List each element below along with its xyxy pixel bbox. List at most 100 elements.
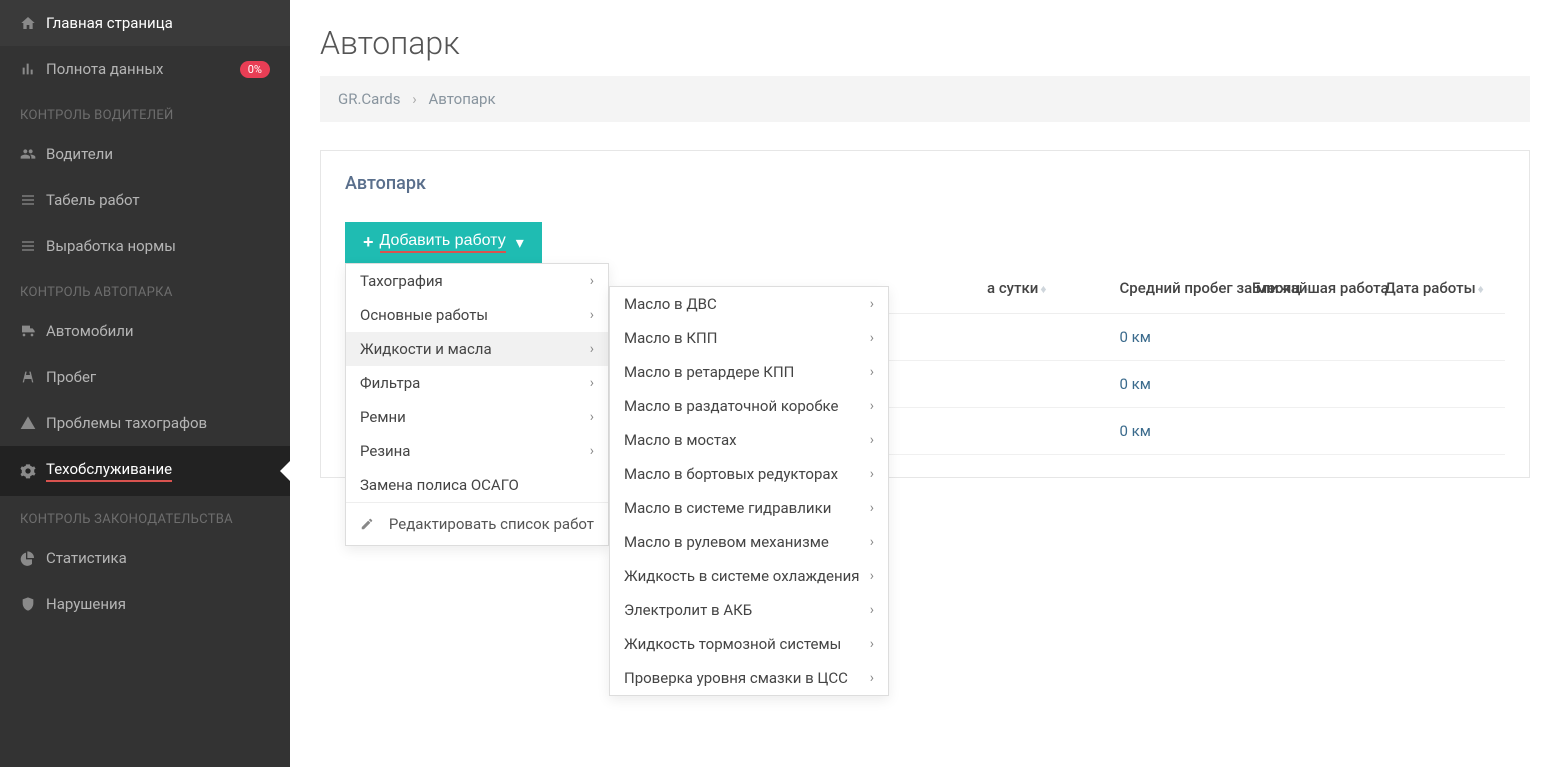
sidebar-item-violations[interactable]: Нарушения bbox=[0, 581, 290, 627]
sort-icon: ♦ bbox=[1040, 282, 1046, 296]
add-work-wrap: + Добавить работу ▾ Тахография›Основные … bbox=[345, 222, 542, 263]
sidebar-item-maintenance[interactable]: Техобслуживание bbox=[0, 446, 290, 496]
chevron-right-icon: › bbox=[870, 364, 874, 380]
dropdown-item-label: Основные работы bbox=[360, 306, 488, 324]
submenu-item[interactable]: Проверка уровня смазки в ЦСС › bbox=[610, 661, 888, 695]
main-content: Автопарк GR.Cards › Автопарк Автопарк + … bbox=[290, 0, 1560, 767]
chevron-right-icon: › bbox=[870, 568, 874, 584]
submenu-item-label: Масло в раздаточной коробке bbox=[624, 397, 838, 415]
chevron-right-icon: › bbox=[870, 670, 874, 686]
submenu-item[interactable]: Жидкость в системе охлаждения › bbox=[610, 559, 888, 593]
sidebar: Главная страница Полнота данных 0% КОНТР… bbox=[0, 0, 290, 767]
submenu-item-label: Масло в бортовых редукторах bbox=[624, 465, 838, 483]
submenu-item[interactable]: Жидкость тормозной системы› bbox=[610, 627, 888, 661]
submenu-item[interactable]: Масло в рулевом механизме› bbox=[610, 525, 888, 559]
caret-down-icon: ▾ bbox=[516, 233, 524, 253]
submenu-item[interactable]: Масло в мостах› bbox=[610, 423, 888, 457]
sidebar-item-label: Выработка нормы bbox=[46, 237, 176, 255]
add-work-button[interactable]: + Добавить работу ▾ bbox=[345, 222, 542, 263]
sidebar-item-label: Нарушения bbox=[46, 595, 126, 613]
submenu-item-label: Масло в ДВС bbox=[624, 295, 717, 313]
plus-icon: + bbox=[363, 232, 374, 253]
dropdown-item-label: Фильтра bbox=[360, 374, 420, 392]
fluids-submenu: Масло в ДВС›Масло в КПП›Масло в ретардер… bbox=[609, 286, 889, 696]
dropdown-item[interactable]: Тахография› bbox=[346, 264, 608, 298]
list-icon bbox=[20, 238, 46, 254]
sidebar-item-label: Водители bbox=[46, 145, 113, 163]
cell-avg-month: 0 км bbox=[1108, 361, 1241, 408]
chevron-right-icon: › bbox=[870, 296, 874, 312]
edit-work-list[interactable]: Редактировать список работ bbox=[346, 503, 608, 545]
pencil-icon bbox=[360, 517, 374, 531]
sidebar-item-label: Статистика bbox=[46, 549, 127, 567]
sidebar-item-drivers[interactable]: Водители bbox=[0, 131, 290, 177]
panel: Автопарк + Добавить работу ▾ Тахография›… bbox=[320, 150, 1530, 478]
chevron-right-icon: › bbox=[870, 330, 874, 346]
submenu-item[interactable]: Масло в системе гидравлики › bbox=[610, 491, 888, 525]
sidebar-item-norm[interactable]: Выработка нормы bbox=[0, 223, 290, 269]
submenu-item[interactable]: Масло в ДВС › bbox=[610, 287, 888, 321]
submenu-item-label: Жидкость в системе охлаждения bbox=[624, 567, 860, 585]
col-avg-month[interactable]: Средний пробег за месяц♦ bbox=[1108, 263, 1241, 314]
sidebar-item-label: Автомобили bbox=[46, 322, 134, 340]
sidebar-item-tacho-problems[interactable]: Проблемы тахографов bbox=[0, 400, 290, 446]
dropdown-item[interactable]: Жидкости и масла› bbox=[346, 332, 608, 366]
sidebar-item-fullness[interactable]: Полнота данных 0% bbox=[0, 46, 290, 92]
cell-avg-month: 0 км bbox=[1108, 408, 1241, 455]
panel-title: Автопарк bbox=[345, 173, 1505, 194]
submenu-item[interactable]: Масло в КПП › bbox=[610, 321, 888, 355]
chevron-right-icon: › bbox=[412, 90, 417, 108]
chevron-right-icon: › bbox=[870, 534, 874, 550]
breadcrumb: GR.Cards › Автопарк bbox=[320, 76, 1530, 122]
chevron-right-icon: › bbox=[870, 602, 874, 618]
submenu-item-label: Жидкость тормозной системы bbox=[624, 635, 841, 653]
home-icon bbox=[20, 15, 46, 31]
col-next-work[interactable]: Ближайшая работа bbox=[1240, 263, 1373, 314]
chevron-right-icon: › bbox=[590, 409, 594, 425]
dropdown-item[interactable]: Основные работы › bbox=[346, 298, 608, 332]
add-work-label: Добавить работу bbox=[380, 232, 506, 253]
submenu-item-label: Масло в системе гидравлики bbox=[624, 499, 831, 517]
truck-icon bbox=[20, 323, 46, 339]
chevron-right-icon: › bbox=[590, 307, 594, 323]
bars-icon bbox=[20, 61, 46, 77]
sidebar-item-stats[interactable]: Статистика bbox=[0, 535, 290, 581]
sidebar-item-vehicles[interactable]: Автомобили bbox=[0, 308, 290, 354]
sidebar-item-home[interactable]: Главная страница bbox=[0, 0, 290, 46]
dropdown-item[interactable]: Фильтра › bbox=[346, 366, 608, 400]
dropdown-item-label: Тахография bbox=[360, 272, 443, 290]
submenu-item-label: Масло в КПП bbox=[624, 329, 717, 347]
sidebar-item-label: Проблемы тахографов bbox=[46, 414, 207, 432]
cell-avg-month: 0 км bbox=[1108, 314, 1241, 361]
warning-icon bbox=[20, 415, 46, 431]
breadcrumb-root[interactable]: GR.Cards bbox=[338, 90, 400, 108]
submenu-item-label: Проверка уровня смазки в ЦСС bbox=[624, 669, 848, 687]
dropdown-item-label: Замена полиса ОСАГО bbox=[360, 476, 519, 494]
dropdown-item[interactable]: Замена полиса ОСАГО bbox=[346, 468, 608, 502]
submenu-item[interactable]: Масло в ретардере КПП › bbox=[610, 355, 888, 389]
chevron-right-icon: › bbox=[590, 375, 594, 391]
list-icon bbox=[20, 192, 46, 208]
submenu-item[interactable]: Масло в раздаточной коробке› bbox=[610, 389, 888, 423]
submenu-item[interactable]: Электролит в АКБ › bbox=[610, 593, 888, 627]
sidebar-item-mileage[interactable]: Пробег bbox=[0, 354, 290, 400]
chevron-right-icon: › bbox=[590, 341, 594, 357]
sidebar-item-label: Полнота данных bbox=[46, 60, 163, 78]
submenu-item-label: Масло в ретардере КПП bbox=[624, 363, 794, 381]
shield-icon bbox=[20, 596, 46, 612]
col-daily[interactable]: а сутки♦ bbox=[975, 263, 1108, 314]
dropdown-item[interactable]: Резина› bbox=[346, 434, 608, 468]
dropdown-item[interactable]: Ремни› bbox=[346, 400, 608, 434]
col-work-date[interactable]: Дата работы♦ bbox=[1373, 263, 1506, 314]
sidebar-item-label: Табель работ bbox=[46, 191, 140, 209]
submenu-item-label: Электролит в АКБ bbox=[624, 601, 752, 619]
chevron-right-icon: › bbox=[870, 500, 874, 516]
sidebar-section-title: КОНТРОЛЬ ВОДИТЕЛЕЙ bbox=[0, 92, 290, 131]
sidebar-item-label: Техобслуживание bbox=[46, 460, 172, 482]
sidebar-item-label: Главная страница bbox=[46, 14, 173, 32]
breadcrumb-current: Автопарк bbox=[428, 90, 495, 108]
gears-icon bbox=[20, 463, 46, 479]
submenu-item[interactable]: Масло в бортовых редукторах › bbox=[610, 457, 888, 491]
sidebar-item-timesheet[interactable]: Табель работ bbox=[0, 177, 290, 223]
chevron-right-icon: › bbox=[870, 466, 874, 482]
